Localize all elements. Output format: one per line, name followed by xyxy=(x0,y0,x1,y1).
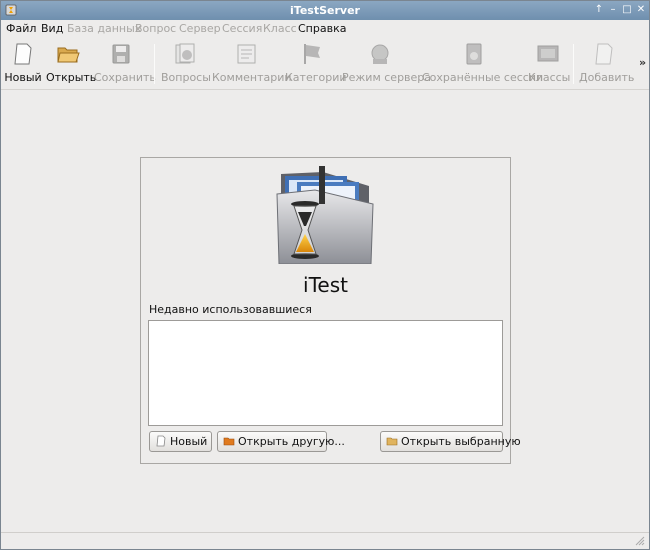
toolbar-separator xyxy=(573,44,574,84)
menu-class[interactable]: Класс xyxy=(263,22,297,35)
questions-icon xyxy=(175,43,195,64)
app-name-title: iTest xyxy=(303,273,348,297)
toolbar-separator xyxy=(154,44,155,84)
toolbar-comments-label: Комментарии xyxy=(212,71,292,84)
toolbar-overflow-icon[interactable]: » xyxy=(639,56,646,69)
recent-files-list[interactable] xyxy=(148,320,503,426)
server-mode-icon xyxy=(371,44,389,64)
toolbar: Новый Открыть Сохранить Вопросы Коммента… xyxy=(1,38,649,90)
toolbar-saved-sessions-label: Сохранённые сессии xyxy=(422,71,544,84)
minimize-icon[interactable]: – xyxy=(607,4,619,16)
toolbar-comments-button[interactable]: Комментарии xyxy=(212,42,292,88)
recent-files-label: Недавно использовавшиеся xyxy=(149,303,312,316)
toolbar-save-button[interactable]: Сохранить xyxy=(94,42,156,88)
menu-view[interactable]: Вид xyxy=(41,22,63,35)
comments-icon xyxy=(237,44,256,64)
saved-sessions-icon xyxy=(466,43,482,65)
new-document-icon xyxy=(156,435,166,447)
itest-logo-icon xyxy=(276,166,374,264)
open-folder-icon xyxy=(57,47,80,63)
open-folder-icon xyxy=(223,437,235,446)
open-selected-label: Открыть выбранную xyxy=(401,435,521,448)
toolbar-questions-button[interactable]: Вопросы xyxy=(161,42,211,88)
toolbar-new-button[interactable]: Новый xyxy=(4,42,42,88)
toolbar-classes-button[interactable]: Классы xyxy=(528,42,571,88)
toolbar-add-label: Добавить xyxy=(579,71,635,84)
menu-session[interactable]: Сессия xyxy=(222,22,262,35)
toolbar-save-label: Сохранить xyxy=(94,71,156,84)
toolbar-add-button[interactable]: Добавить xyxy=(579,42,635,88)
start-panel: iTest Недавно использовавшиеся Новый Отк… xyxy=(140,157,521,464)
open-folder-icon xyxy=(386,437,398,446)
open-selected-button[interactable]: Открыть выбранную xyxy=(380,431,521,452)
toolbar-categories-label: Категории xyxy=(285,71,347,84)
toolbar-server-mode-button[interactable]: Режим сервера xyxy=(342,42,432,88)
menu-question[interactable]: Вопрос xyxy=(135,22,176,35)
main-window: iTestServer ↑ – □ ✕ Файл Вид База данных… xyxy=(0,0,650,550)
maximize-icon[interactable]: □ xyxy=(621,4,633,16)
categories-flag-icon xyxy=(304,44,320,64)
menu-server[interactable]: Сервер xyxy=(179,22,221,35)
menu-database[interactable]: База данных xyxy=(67,22,141,35)
add-icon xyxy=(595,43,613,65)
save-icon xyxy=(112,44,130,64)
toolbar-categories-button[interactable]: Категории xyxy=(285,42,347,88)
open-other-label: Открыть другую... xyxy=(238,435,345,448)
toolbar-classes-label: Классы xyxy=(528,71,571,84)
menu-file[interactable]: Файл xyxy=(6,22,36,35)
toolbar-saved-sessions-button[interactable]: Сохранённые сессии xyxy=(422,42,544,88)
new-database-label: Новый xyxy=(170,435,208,448)
new-database-button[interactable]: Новый xyxy=(149,431,212,452)
close-icon[interactable]: ✕ xyxy=(635,4,647,16)
new-document-icon xyxy=(14,43,32,65)
open-other-button[interactable]: Открыть другую... xyxy=(217,431,345,452)
toolbar-new-label: Новый xyxy=(4,71,42,84)
status-bar xyxy=(1,532,649,549)
window-title: iTestServer xyxy=(290,4,360,17)
toolbar-open-button[interactable]: Открыть xyxy=(46,42,97,88)
toolbar-questions-label: Вопросы xyxy=(161,71,211,84)
toolbar-server-mode-label: Режим сервера xyxy=(342,71,432,84)
resize-grip-icon[interactable] xyxy=(635,536,645,546)
menu-bar: Файл Вид База данных Вопрос Сервер Сесси… xyxy=(1,20,649,38)
classes-icon xyxy=(537,45,559,62)
title-bar[interactable]: iTestServer ↑ – □ ✕ xyxy=(1,1,649,20)
menu-help[interactable]: Справка xyxy=(298,22,346,35)
title-bar-up-icon[interactable]: ↑ xyxy=(593,4,605,16)
toolbar-open-label: Открыть xyxy=(46,71,97,84)
